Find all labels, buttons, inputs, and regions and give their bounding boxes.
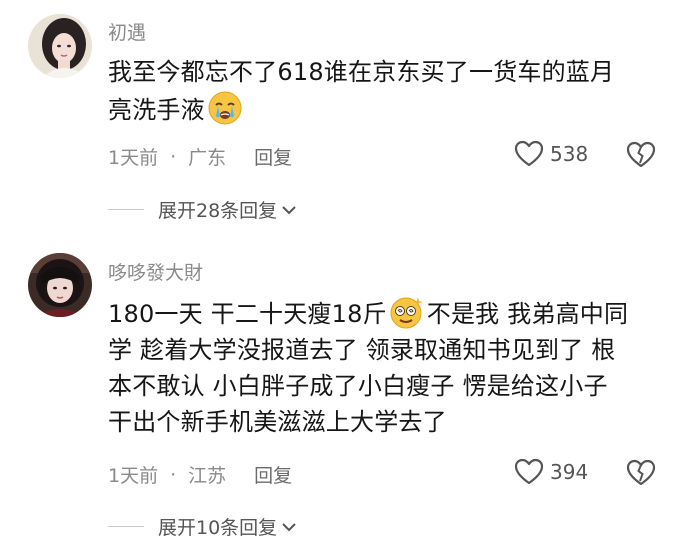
comment-line-first: 180一天 干二十天瘦18斤 不是我 我弟高中同 xyxy=(108,294,673,332)
dislike-button[interactable] xyxy=(626,141,656,173)
comment-line: 我至今都忘不了618谁在京东买了一货车的蓝月 xyxy=(108,58,615,86)
comment-text: 我至今都忘不了618谁在京东买了一货车的蓝月 亮洗手液 xyxy=(108,54,673,128)
broken-heart-icon xyxy=(626,459,656,486)
comment-item-1: 初遇 我至今都忘不了618谁在京东买了一货车的蓝月 亮洗手液 1天前 · 广东 … xyxy=(0,0,690,240)
like-count: 394 xyxy=(550,460,589,484)
divider-line xyxy=(108,526,144,527)
divider-line xyxy=(108,209,144,210)
comment-line: 本不敢认 小白胖子成了小白瘦子 愣是给这小子 xyxy=(108,372,608,400)
crying-face-icon xyxy=(208,91,242,125)
comment-meta: 1天前 · 江苏 回复 xyxy=(108,461,292,488)
comment-line-text: 180一天 干二十天瘦18斤 xyxy=(108,300,387,328)
heart-icon xyxy=(514,140,544,167)
separator-dot: · xyxy=(170,463,177,486)
comment-line: 学 趁着大学没报道去了 领录取通知书见到了 根 xyxy=(108,336,616,364)
reply-button[interactable]: 回复 xyxy=(254,461,292,488)
dislike-button[interactable] xyxy=(626,459,656,491)
comment-line-text: 不是我 我弟高中同 xyxy=(426,300,629,328)
reply-button[interactable]: 回复 xyxy=(254,143,292,170)
username[interactable]: 初遇 xyxy=(108,18,146,45)
avatar[interactable] xyxy=(28,253,92,317)
comment-line: 干出个新手机美滋滋上大学去了 xyxy=(108,408,447,436)
comment-meta: 1天前 · 广东 回复 xyxy=(108,143,292,170)
expand-replies-label: 展开10条回复 xyxy=(158,517,278,539)
separator-dot: · xyxy=(170,145,177,168)
comment-line-text: 亮洗手液 xyxy=(108,96,205,124)
chevron-down-icon xyxy=(282,205,296,214)
dizzy-face-icon xyxy=(390,297,423,329)
broken-heart-icon xyxy=(626,141,656,168)
expand-replies-button[interactable]: 展开28条回复 xyxy=(108,196,297,223)
comment-text: 180一天 干二十天瘦18斤 不是我 我弟高中同 学 趁着大学没报道去了 领录取通… xyxy=(108,294,673,440)
username[interactable]: 哆哆發大財 xyxy=(108,258,203,285)
heart-icon xyxy=(514,458,544,485)
comment-line-last: 亮洗手液 xyxy=(108,90,673,128)
comment-location: 广东 xyxy=(188,147,227,169)
like-button[interactable]: 394 xyxy=(514,458,588,486)
chevron-down-icon xyxy=(282,522,296,531)
like-count: 538 xyxy=(550,142,589,166)
expand-replies-label: 展开28条回复 xyxy=(158,200,278,222)
comment-time: 1天前 xyxy=(108,147,159,169)
expand-replies-button[interactable]: 展开10条回复 xyxy=(108,513,297,540)
comment-location: 江苏 xyxy=(188,465,227,487)
like-button[interactable]: 538 xyxy=(514,140,588,168)
avatar[interactable] xyxy=(28,14,92,78)
comment-item-2: 哆哆發大財 180一天 干二十天瘦18斤 不是我 我弟高中同 学 趁着大学没报道去… xyxy=(0,240,690,553)
comment-time: 1天前 xyxy=(108,465,159,487)
